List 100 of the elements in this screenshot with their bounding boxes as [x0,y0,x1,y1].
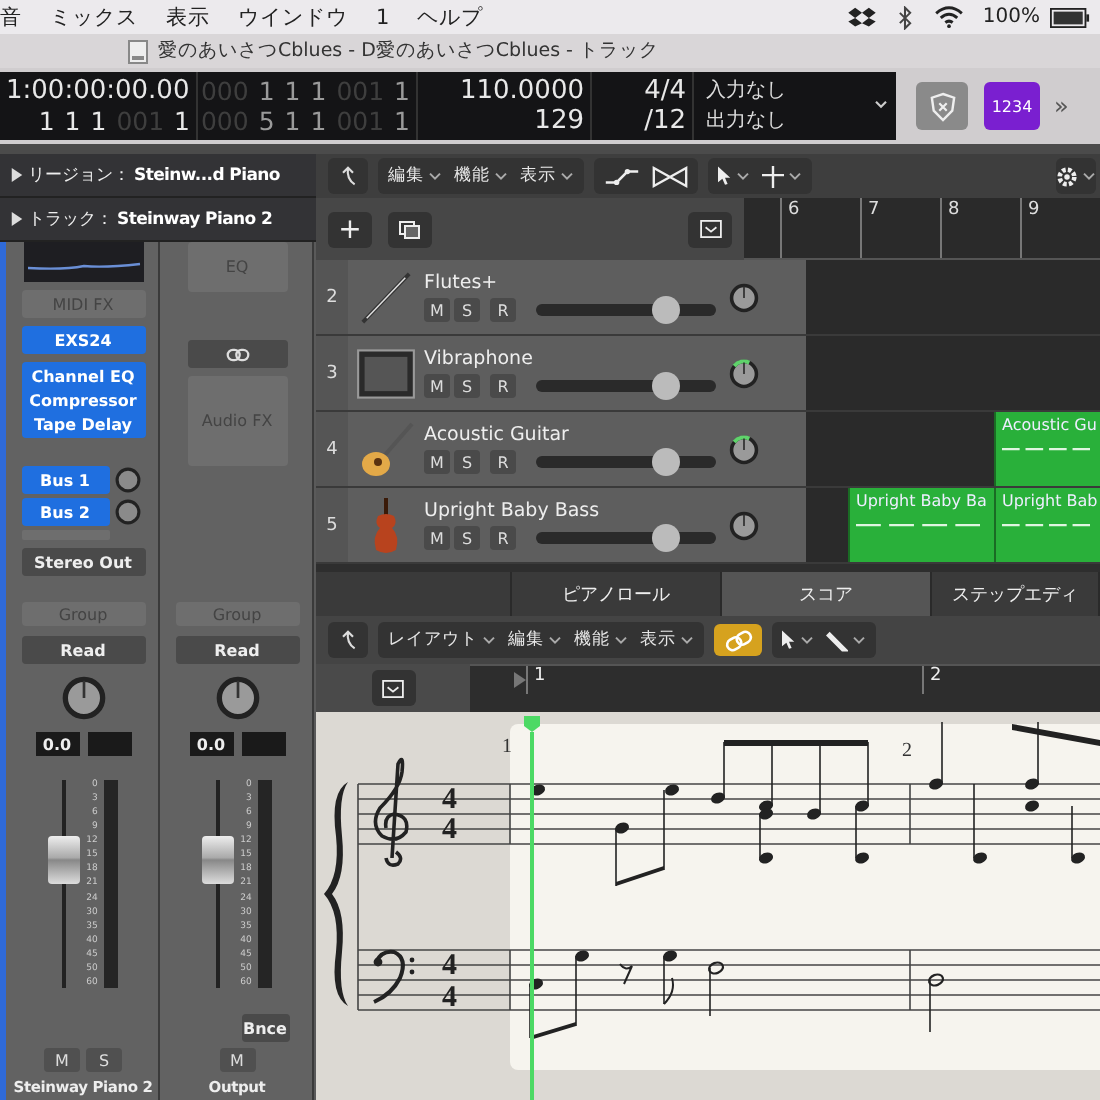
back-button[interactable] [328,622,368,658]
region-notes-drawing [1002,522,1091,528]
toolbar-menu[interactable]: 表示 [640,628,694,652]
send-knob[interactable] [113,466,141,494]
timeline-ruler[interactable]: 6 7 8 9 [744,198,1100,260]
slider-thumb[interactable] [651,524,680,552]
send-slot[interactable]: Bus 1 [21,466,109,494]
pan-knob[interactable] [213,674,261,722]
fader-handle[interactable] [48,835,81,884]
pencil-tool-button[interactable] [826,629,866,651]
output-slot[interactable]: Stereo Out [21,548,145,576]
duplicate-track-button[interactable] [388,211,432,247]
link-button[interactable] [714,624,762,656]
toolbar-menu[interactable]: 編集 [508,628,562,652]
pan-knob[interactable] [59,674,107,722]
send-slot[interactable]: Bus 2 [21,498,109,526]
disclosure-triangle-icon[interactable] [10,168,24,182]
track-number: 5 [316,488,348,562]
locator-readout: 1 [310,76,327,106]
menu-item[interactable]: ミックス [36,3,152,31]
more-button[interactable]: » [1054,92,1069,120]
pointer-tool-button[interactable] [718,166,750,186]
toolbar-menu[interactable]: 機能 [574,628,628,652]
toolbar-menu[interactable]: 機能 [454,164,508,188]
strip-toggle-button[interactable]: S [86,1048,122,1072]
track-toggle-button[interactable]: M [424,526,450,550]
automation-mode-button[interactable]: Read [175,636,299,664]
flex-icon[interactable] [652,165,688,187]
inspector-header[interactable]: トラック： Steinway Piano 2 [0,198,316,242]
menu-item[interactable]: 音 [0,3,36,31]
menu-item[interactable]: 1 [362,5,404,29]
disclosure-triangle-icon[interactable] [10,212,24,226]
dropbox-icon[interactable] [848,5,877,29]
chevron-icon [736,171,750,181]
track-toggle-button[interactable]: S [454,374,480,398]
slider-thumb[interactable] [651,448,680,476]
eq-display[interactable] [23,242,143,282]
send-knob[interactable] [113,498,141,526]
track-toggle-button[interactable]: R [490,450,516,474]
playhead-handle[interactable] [524,716,540,732]
track-toggle-button[interactable]: S [454,526,480,550]
link-button[interactable] [187,340,287,368]
menu-item[interactable]: ヘルプ [403,3,498,31]
plugin-slot[interactable]: Channel EQ [21,364,145,388]
strip-toggle-button[interactable]: M [44,1048,80,1072]
wifi-icon[interactable] [934,6,965,28]
slider-thumb[interactable] [651,296,680,324]
collapse-button[interactable] [371,670,415,706]
plugin-slot[interactable]: Tape Delay [21,412,145,436]
crosshair-tool-button[interactable] [762,165,802,187]
plugin-slot[interactable]: Compressor [21,388,145,412]
track-toggle-button[interactable]: S [454,298,480,322]
track-toggle-button[interactable]: R [490,298,516,322]
menu-item[interactable]: 表示 [152,3,224,31]
collapse-button[interactable] [688,211,732,247]
pointer-icon [718,166,732,186]
toolbar-menu[interactable]: レイアウト [388,628,496,652]
slider-thumb[interactable] [651,372,680,400]
shield-button[interactable] [916,82,968,130]
fader-handle[interactable] [202,835,235,884]
toolbar-menu[interactable]: 表示 [520,164,574,188]
timeline-ruler[interactable]: 1 2 [470,664,1100,712]
track-toggle-button[interactable]: R [490,374,516,398]
time-readout: 1:00:00:00.00 [6,76,190,106]
chevron-icon [680,635,694,645]
track-toggle-button[interactable]: S [454,450,480,474]
track-header[interactable]: 3 Vibraphone M S R [316,336,806,410]
inspector-header[interactable]: リージョン： Steinw...d Piano [0,154,316,198]
instrument-slot[interactable]: EXS24 [21,326,145,354]
toolbar-menu[interactable]: 編集 [388,164,442,188]
battery-icon[interactable] [1050,7,1090,27]
back-button[interactable] [328,158,368,194]
bar-number: 7 [860,198,940,258]
track-toggle-button[interactable]: M [424,298,450,322]
automation-mode-button[interactable]: Read [21,636,145,664]
track-header[interactable]: 4 Acoustic Guitar M S R [316,412,806,486]
menu-item[interactable]: ウインドウ [224,3,362,31]
settings-button[interactable] [1056,158,1096,194]
editor-tab[interactable]: スコア [722,572,932,616]
chevron-icon[interactable] [874,100,888,110]
collapse-icon [699,220,721,238]
chevron-icon [800,635,814,645]
track-header[interactable]: 2 Flutes+ M S R [316,260,806,334]
pan-knob[interactable] [728,357,760,389]
track-header[interactable]: 5 Upright Baby Bass M S R [316,488,806,562]
count-in-button[interactable]: 1234 [984,82,1040,130]
pan-knob[interactable] [728,433,760,465]
track-toggle-button[interactable]: M [424,450,450,474]
strip-toggle-button[interactable]: M [219,1048,255,1072]
bar-number: 2 [902,740,912,762]
track-toggle-button[interactable]: M [424,374,450,398]
pan-knob[interactable] [728,509,760,541]
pointer-tool-button[interactable] [782,630,814,650]
pan-knob[interactable] [728,281,760,313]
automation-icon[interactable] [604,167,640,185]
add-track-button[interactable]: + [328,211,372,247]
duplicate-icon [398,219,422,239]
track-toggle-button[interactable]: R [490,526,516,550]
bounce-button[interactable]: Bnce [241,1014,289,1042]
bluetooth-icon[interactable] [896,5,915,29]
